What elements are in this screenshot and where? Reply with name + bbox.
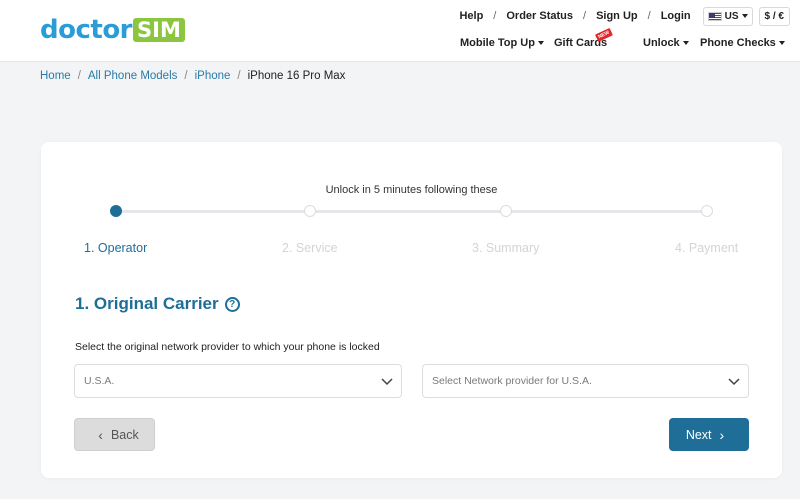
currency-label: $ / € — [764, 10, 784, 22]
nav-unlock[interactable]: Unlock — [643, 37, 689, 49]
country-select-value: U.S.A. — [84, 375, 115, 387]
step-dot-summary — [500, 205, 512, 217]
nav-phone-checks[interactable]: Phone Checks — [700, 37, 785, 49]
top-utility-nav: Help / Order Status / Sign Up / Login US… — [459, 6, 790, 26]
country-select[interactable]: U.S.A. — [74, 364, 402, 398]
nav-mobile-top-up-label: Mobile Top Up — [460, 37, 535, 49]
next-button-label: Next — [685, 427, 712, 442]
progress-track — [116, 210, 708, 213]
chevron-right-icon: › — [719, 426, 725, 443]
step-dot-payment — [701, 205, 713, 217]
nav-mobile-top-up[interactable]: Mobile Top Up — [460, 37, 544, 49]
back-button[interactable]: ‹ Back — [74, 418, 155, 451]
caret-down-icon — [682, 41, 689, 45]
carrier-instruction: Select the original network provider to … — [75, 341, 380, 353]
breadcrumb-all-phone-models[interactable]: All Phone Models — [88, 70, 178, 82]
back-button-label: Back — [110, 427, 139, 442]
chevron-down-icon — [381, 378, 393, 386]
main-nav: Mobile Top Up Gift Cards Unlock Phone Ch… — [0, 37, 800, 53]
caret-down-icon — [537, 41, 544, 45]
section-title: 1. Original Carrier ? — [75, 294, 240, 314]
breadcrumb-current: iPhone 16 Pro Max — [247, 70, 346, 82]
step-label-summary: 3. Summary — [472, 241, 540, 255]
nav-phone-checks-label: Phone Checks — [700, 37, 776, 49]
breadcrumb: Home / All Phone Models / iPhone / iPhon… — [40, 70, 345, 82]
sign-up-link[interactable]: Sign Up — [596, 10, 638, 22]
step-label-operator: 1. Operator — [84, 241, 148, 255]
help-link[interactable]: Help — [459, 10, 483, 22]
breadcrumb-separator: / — [77, 70, 81, 82]
step-label-payment: 4. Payment — [675, 241, 739, 255]
next-button[interactable]: Next › — [669, 418, 749, 451]
section-title-text: 1. Original Carrier — [75, 294, 219, 313]
order-status-link[interactable]: Order Status — [506, 10, 573, 22]
chevron-down-icon — [728, 378, 740, 386]
step-dot-service — [304, 205, 316, 217]
network-provider-placeholder: Select Network provider for U.S.A. — [432, 375, 592, 387]
nav-separator: / — [647, 10, 651, 22]
unlock-wizard-card: Unlock in 5 minutes following these 1. O… — [41, 142, 782, 478]
question-circle-icon[interactable]: ? — [224, 296, 240, 312]
breadcrumb-home[interactable]: Home — [40, 70, 71, 82]
breadcrumb-iphone[interactable]: iPhone — [195, 70, 231, 82]
caret-down-icon — [778, 41, 785, 45]
chevron-left-icon: ‹ — [98, 426, 103, 443]
language-selector[interactable]: US — [702, 6, 753, 26]
nav-unlock-label: Unlock — [643, 37, 680, 49]
site-header: doctor SIM Help / Order Status / Sign Up … — [0, 0, 800, 62]
wizard-intro: Unlock in 5 minutes following these — [325, 184, 498, 196]
step-label-service: 2. Service — [282, 241, 338, 255]
login-link[interactable]: Login — [661, 10, 691, 22]
breadcrumb-separator: / — [184, 70, 188, 82]
language-label: US — [724, 10, 739, 22]
breadcrumb-separator: / — [237, 70, 241, 82]
nav-separator: / — [493, 10, 497, 22]
step-dot-operator — [110, 205, 122, 217]
caret-down-icon — [741, 14, 748, 18]
nav-separator: / — [583, 10, 587, 22]
us-flag-icon — [707, 11, 722, 21]
currency-selector[interactable]: $ / € — [758, 6, 790, 26]
network-provider-select[interactable]: Select Network provider for U.S.A. — [422, 364, 749, 398]
